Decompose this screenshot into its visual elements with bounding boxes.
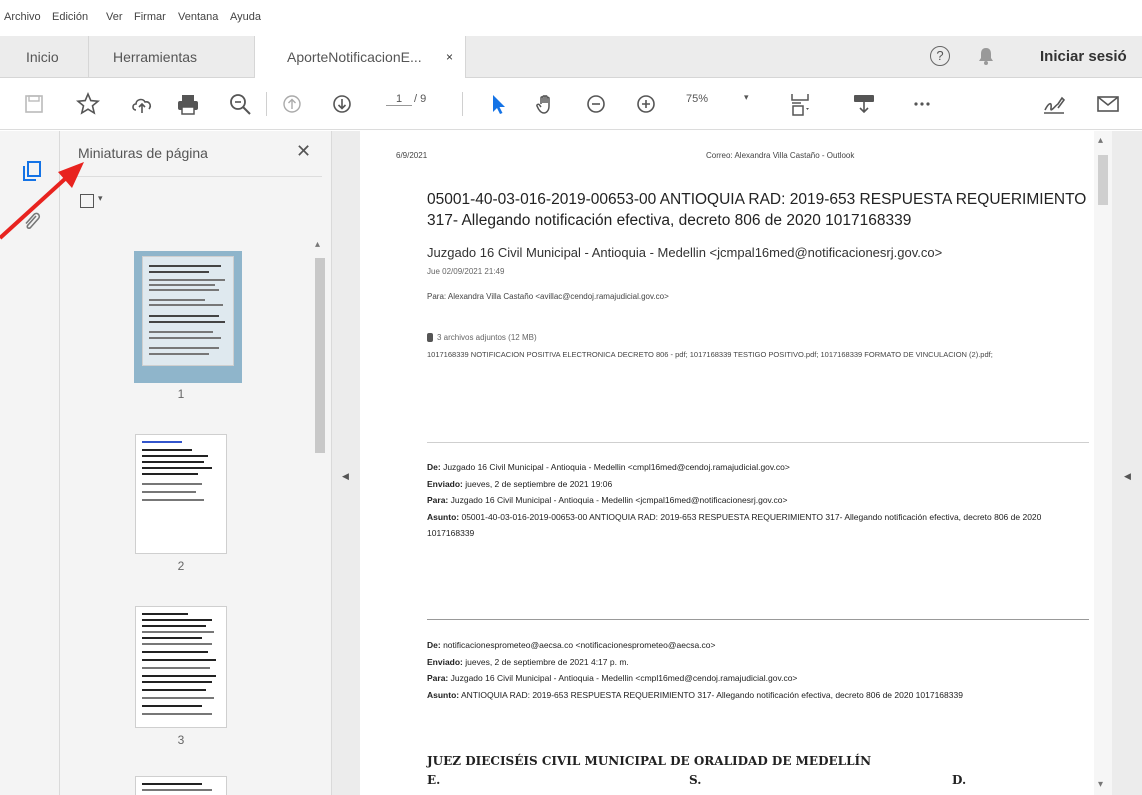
- menu-firmar[interactable]: Firmar: [134, 11, 166, 23]
- expand-right-panel-button[interactable]: ◀: [1112, 131, 1142, 795]
- page-up-icon[interactable]: [278, 90, 306, 118]
- comment-stamp-icon[interactable]: [850, 90, 878, 118]
- email-subject: 05001-40-03-016-2019-00653-00 ANTIOQUIA …: [427, 191, 1087, 229]
- star-icon[interactable]: [74, 90, 102, 118]
- menu-ventana[interactable]: Ventana: [178, 11, 218, 23]
- chevron-up-icon[interactable]: ▴: [1098, 135, 1103, 146]
- collapse-left-panel-button[interactable]: ◀: [332, 131, 360, 795]
- page-thumbnail-4[interactable]: [136, 777, 226, 795]
- upload-cloud-icon[interactable]: [128, 90, 156, 118]
- zoom-in-icon[interactable]: [632, 90, 660, 118]
- tab-inicio[interactable]: Inicio: [14, 36, 74, 78]
- attachment-list: 1017168339 NOTIFICACION POSITIVA ELECTRO…: [427, 350, 993, 359]
- zoom-select[interactable]: 75% ▾: [686, 92, 766, 105]
- email-date: Jue 02/09/2021 21:49: [427, 267, 505, 276]
- judge-heading: JUEZ DIECISÉIS CIVIL MUNICIPAL DE ORALID…: [427, 752, 987, 790]
- page-thumbnail-label: 2: [177, 559, 185, 573]
- thumbnails-title: Miniaturas de página: [78, 145, 208, 161]
- menu-ver[interactable]: Ver: [106, 11, 123, 23]
- page-total: / 9: [414, 93, 427, 105]
- page-thumbnail-1[interactable]: [143, 257, 233, 365]
- tab-document[interactable]: AporteNotificacionE... ×: [254, 36, 466, 78]
- attachment-count: 3 archivos adjuntos (12 MB): [437, 333, 537, 342]
- chevron-down-icon: ▾: [744, 92, 749, 102]
- print-icon[interactable]: [174, 90, 202, 118]
- thumbnails-panel: Miniaturas de página ✕ ▾ 1 2 3 ▴: [60, 131, 332, 795]
- sign-icon[interactable]: [1040, 90, 1068, 118]
- scrollbar-thumb[interactable]: [1098, 155, 1108, 205]
- menu-archivo[interactable]: Archivo: [4, 11, 41, 23]
- menu-edicion[interactable]: Edición: [52, 11, 88, 23]
- bell-icon[interactable]: [975, 45, 997, 67]
- hand-tool-icon[interactable]: [532, 90, 560, 118]
- divider: [427, 619, 1089, 620]
- zoom-value: 75%: [686, 93, 709, 105]
- page-thumbnail-label: 1: [177, 387, 185, 401]
- page-view-icon[interactable]: [786, 90, 814, 118]
- close-tab-icon[interactable]: ×: [446, 36, 453, 78]
- judge-e: E.: [427, 773, 441, 787]
- page-thumbnail-3[interactable]: [136, 607, 226, 727]
- chevron-down-icon[interactable]: ▾: [1098, 779, 1103, 790]
- menu-bar: Archivo Edición Ver Firmar Ventana Ayuda: [0, 0, 1142, 36]
- judge-d: D.: [952, 773, 967, 787]
- more-icon[interactable]: [908, 90, 936, 118]
- close-icon[interactable]: ✕: [296, 141, 311, 162]
- chevron-up-icon[interactable]: ▴: [315, 239, 320, 250]
- email-to: Para: Alexandra Villa Castaño <avillac@c…: [427, 292, 669, 301]
- toolbar-separator: [462, 92, 463, 116]
- chevron-left-icon: ◀: [342, 471, 349, 481]
- save-icon[interactable]: [20, 90, 48, 118]
- mail-icon[interactable]: [1094, 90, 1122, 118]
- email-from: Juzgado 16 Civil Municipal - Antioquia -…: [427, 245, 943, 260]
- page-number-input[interactable]: 1: [386, 93, 412, 106]
- judge-s: S.: [689, 773, 702, 787]
- tab-bar: Inicio Herramientas AporteNotificacionE.…: [0, 36, 1142, 78]
- forwarded-message-1: De: Juzgado 16 Civil Municipal - Antioqu…: [427, 462, 1042, 538]
- document-page: 6/9/2021 Correo: Alexandra Villa Castaño…: [360, 131, 1094, 795]
- divider: [70, 176, 322, 177]
- zoom-out-icon[interactable]: [582, 90, 610, 118]
- annotation-arrow: [0, 162, 84, 240]
- page-thumbnail-2[interactable]: [136, 435, 226, 553]
- menu-ayuda[interactable]: Ayuda: [230, 11, 261, 23]
- signin-button[interactable]: Iniciar sesió: [1040, 36, 1127, 78]
- tab-document-label: AporteNotificacionE...: [287, 49, 422, 65]
- select-cursor-icon[interactable]: [484, 90, 512, 118]
- divider: [427, 442, 1089, 443]
- chevron-left-icon: ◀: [1124, 471, 1131, 481]
- toolbar-separator: [266, 92, 267, 116]
- zoom-search-icon[interactable]: [226, 90, 254, 118]
- print-header-date: 6/9/2021: [396, 151, 428, 160]
- scrollbar-thumb[interactable]: [315, 258, 325, 453]
- help-icon[interactable]: ?: [930, 46, 950, 66]
- tab-herramientas[interactable]: Herramientas: [88, 36, 238, 78]
- print-header-title: Correo: Alexandra Villa Castaño - Outloo…: [706, 151, 855, 160]
- page-down-icon[interactable]: [328, 90, 356, 118]
- page-thumbnail-label: 3: [177, 733, 185, 747]
- thumbnails-scrollbar[interactable]: ▴: [313, 239, 327, 795]
- toolbar: 1 / 9 75% ▾: [0, 78, 1142, 130]
- document-scrollbar[interactable]: ▴ ▾: [1094, 131, 1112, 795]
- attachment-icon: [427, 333, 433, 342]
- judge-title: JUEZ DIECISÉIS CIVIL MUNICIPAL DE ORALID…: [427, 754, 872, 768]
- forwarded-message-2: De: notificacionesprometeo@aecsa.co <not…: [427, 640, 963, 700]
